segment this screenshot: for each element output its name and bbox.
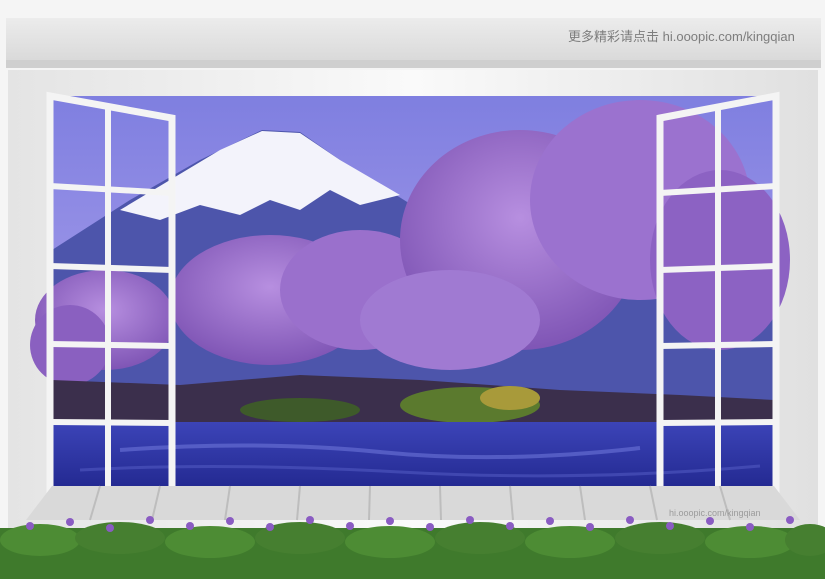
watermark-top: 更多精彩请点击 hi.ooopic.com/kingqian bbox=[568, 29, 795, 44]
landscape-view bbox=[30, 96, 790, 486]
watermark-bottom: hi.ooopic.com/kingqian bbox=[669, 508, 761, 518]
window-scene bbox=[0, 0, 825, 579]
